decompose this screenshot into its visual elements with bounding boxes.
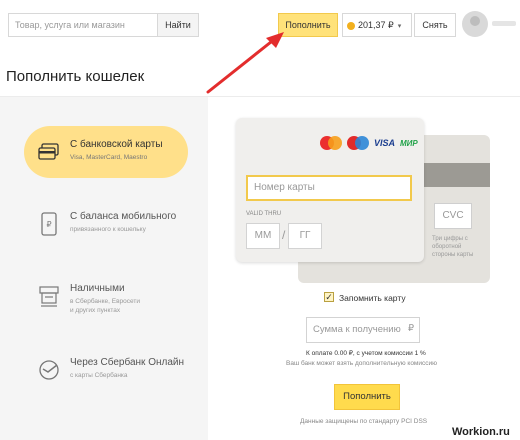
method-title: Через Сбербанк Онлайн — [70, 357, 184, 368]
visa-logo: VISA — [374, 138, 396, 148]
method-subtitle: с карты Сбербанка — [70, 372, 128, 379]
method-subtitle: привязанного к кошельку — [70, 226, 146, 233]
wallet-balance[interactable]: 201,37 ₽ ▾ — [342, 13, 412, 37]
method-title: С баланса мобильного — [70, 211, 177, 222]
annotation-arrow-icon — [206, 32, 284, 94]
remember-card-checkbox[interactable]: ✓ — [324, 292, 334, 302]
balance-amount: 201,37 ₽ — [358, 20, 394, 30]
card-brands: VISA МИР — [320, 136, 418, 150]
method-title: С банковской карты — [70, 139, 163, 150]
method-subtitle: в Сбербанке, Евросети — [70, 298, 141, 305]
method-mobile-balance[interactable]: ₽ С баланса мобильного привязанного к ко… — [24, 198, 188, 250]
search-button[interactable]: Найти — [157, 13, 199, 37]
date-separator: / — [282, 228, 286, 242]
maestro-icon — [347, 136, 369, 150]
year-field[interactable]: ГГ — [288, 223, 322, 249]
mobile-phone-icon: ₽ — [41, 212, 57, 236]
cvc-field[interactable]: CVC — [434, 203, 472, 229]
security-note: Данные защищены по стандарту PCI DSS — [300, 418, 428, 425]
sberbank-icon — [39, 360, 59, 380]
remember-card-label: Запомнить карту — [339, 293, 406, 303]
pay-button[interactable]: Пополнить — [334, 384, 400, 410]
checkmark-icon: ✓ — [325, 292, 333, 302]
card-front: VISA МИР Номер карты VALID THRU ММ / ГГ — [236, 118, 424, 262]
avatar[interactable] — [462, 11, 488, 37]
valid-thru-label: VALID THRU — [246, 211, 282, 217]
card-number-field[interactable]: Номер карты — [246, 175, 412, 201]
cvc-hint: Три цифры с оборотной стороны карты — [432, 236, 474, 258]
month-field[interactable]: ММ — [246, 223, 280, 249]
svg-text:₽: ₽ — [46, 220, 51, 229]
coin-icon — [347, 21, 355, 30]
method-sberbank-online[interactable]: Через Сбербанк Онлайн с карты Сбербанка — [24, 344, 188, 396]
page-title: Пополнить кошелек — [6, 68, 145, 85]
method-bank-card[interactable]: С банковской карты Visa, MasterCard, Mae… — [24, 126, 188, 178]
search-input[interactable]: Товар, услуга или магазин — [8, 13, 158, 37]
fee-info: К оплате 0.00 ₽, с учетом комиссии 1 % — [306, 350, 426, 357]
bank-card-icon — [38, 143, 59, 160]
bank-fee-note: Ваш банк может взять дополнительную коми… — [286, 360, 438, 367]
username-placeholder — [492, 21, 516, 26]
cash-terminal-icon — [39, 286, 59, 307]
method-cash[interactable]: Наличными в Сбербанке, Евросети и других… — [24, 270, 188, 322]
withdraw-button[interactable]: Снять — [414, 13, 456, 37]
method-subtitle-line2: и других пунктах — [70, 307, 121, 314]
method-subtitle: Visa, MasterCard, Maestro — [70, 154, 148, 161]
watermark: Workion.ru — [452, 426, 510, 438]
currency-symbol: ₽ — [408, 323, 415, 334]
chevron-down-icon: ▾ — [397, 23, 402, 30]
mastercard-icon — [320, 136, 342, 150]
mir-logo: МИР — [400, 138, 418, 148]
amount-input[interactable]: Сумма к получению — [306, 317, 420, 343]
method-title: Наличными — [70, 283, 125, 294]
